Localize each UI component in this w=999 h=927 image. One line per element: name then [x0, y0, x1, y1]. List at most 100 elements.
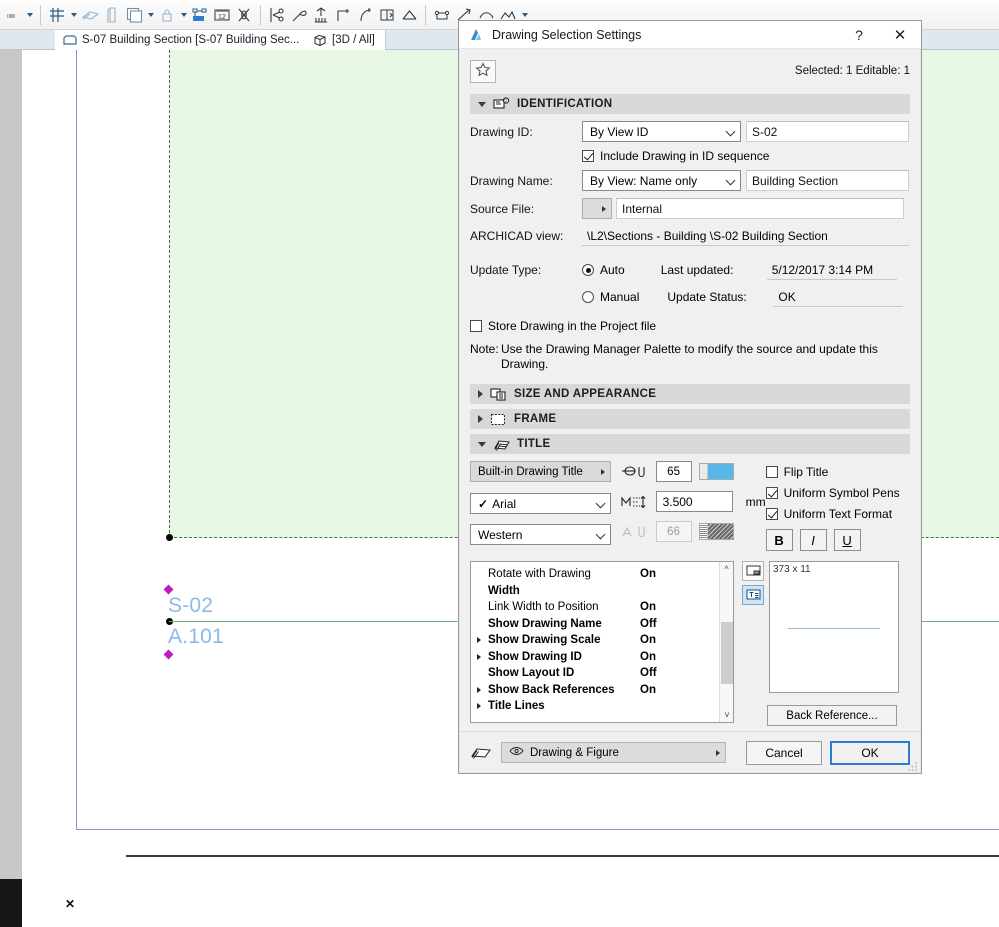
- back-reference-button[interactable]: Back Reference...: [767, 705, 897, 726]
- scrollbar-thumb[interactable]: [721, 622, 733, 684]
- drawing-id-input[interactable]: S-02: [746, 121, 909, 142]
- symbol-pen-color-swatch[interactable]: [698, 463, 734, 480]
- drawing-id-mode-select[interactable]: By View ID: [582, 121, 741, 142]
- chevron-right-icon[interactable]: [477, 653, 488, 660]
- symbol-pen-number[interactable]: 65: [655, 461, 692, 482]
- marquee-icon[interactable]: [233, 3, 255, 27]
- flip-title-row: Flip Title: [765, 461, 910, 482]
- section-header-title[interactable]: TITLE: [470, 434, 910, 454]
- lock-icon[interactable]: [156, 3, 178, 27]
- ok-button[interactable]: OK: [830, 740, 910, 765]
- roof-icon[interactable]: [398, 3, 420, 27]
- parameter-row[interactable]: Width: [471, 583, 719, 600]
- update-type-manual-radio[interactable]: [582, 291, 594, 303]
- preview-text-icon[interactable]: [742, 585, 764, 605]
- source-file-input[interactable]: Internal: [616, 198, 904, 219]
- uniform-symbol-pens-label: Uniform Symbol Pens: [783, 485, 900, 500]
- drawing-name-mode-select[interactable]: By View: Name only: [582, 170, 741, 191]
- preview-2d-icon[interactable]: [742, 561, 764, 581]
- parameter-value[interactable]: On: [640, 601, 656, 613]
- adjust-icon[interactable]: [376, 3, 398, 27]
- title-icon: [493, 437, 510, 452]
- text-pen-number[interactable]: 66: [655, 521, 692, 542]
- element-info-icon[interactable]: [189, 3, 211, 27]
- layer-dropdown-caret[interactable]: [24, 3, 35, 27]
- section-header-identification[interactable]: 0 IDENTIFICATION: [470, 94, 910, 114]
- help-button[interactable]: ?: [839, 21, 879, 49]
- drawing-node-topleft[interactable]: [165, 534, 173, 541]
- size-appearance-icon: [490, 387, 507, 402]
- fillet-icon[interactable]: [354, 3, 376, 27]
- close-icon[interactable]: ✕: [879, 21, 921, 49]
- grid-dropdown-caret[interactable]: [68, 3, 79, 27]
- parameter-row[interactable]: Show Back References On: [471, 682, 719, 699]
- cancel-button[interactable]: Cancel: [746, 740, 822, 765]
- offset-icon[interactable]: [332, 3, 354, 27]
- layer-combo-icon[interactable]: ≔: [2, 3, 24, 27]
- tab-section-window[interactable]: S-07 Building Section [S-07 Building Sec…: [55, 30, 311, 50]
- layout-id-label[interactable]: A.101: [168, 625, 224, 649]
- script-select[interactable]: Western: [470, 524, 611, 545]
- parameter-list-scrollbar[interactable]: ^ ˅: [719, 562, 733, 722]
- flip-title-checkbox[interactable]: [765, 465, 778, 478]
- title-parameter-list[interactable]: Rotate with Drawing On Width Link Width to …: [470, 561, 734, 723]
- layers-dropdown-caret[interactable]: [145, 3, 156, 27]
- parameter-name: Title Lines: [488, 700, 545, 713]
- parameter-row[interactable]: Show Layout ID Off: [471, 665, 719, 682]
- parameter-row[interactable]: Show Drawing Name Off: [471, 616, 719, 633]
- grid-snap-icon[interactable]: [46, 3, 68, 27]
- source-file-browse-button[interactable]: [582, 198, 612, 219]
- tab-3d-window[interactable]: [3D / All]: [305, 30, 386, 50]
- favorites-button[interactable]: [470, 59, 496, 83]
- drawing-name-input[interactable]: Building Section: [746, 170, 909, 191]
- parameter-row[interactable]: Title Lines: [471, 698, 719, 715]
- scroll-up-icon[interactable]: ^: [720, 562, 733, 576]
- scissors-icon[interactable]: [266, 3, 288, 27]
- parameter-value[interactable]: Off: [640, 667, 657, 679]
- eye-icon: [509, 746, 524, 759]
- uniform-symbol-pens-checkbox[interactable]: [765, 486, 778, 499]
- drawing-id-label[interactable]: S-02: [168, 594, 213, 618]
- layers-icon[interactable]: [123, 3, 145, 27]
- parameter-value[interactable]: On: [640, 634, 656, 646]
- parameter-value[interactable]: Off: [640, 618, 657, 630]
- scroll-down-icon[interactable]: ˅: [720, 708, 733, 722]
- text-pen-color-swatch[interactable]: [698, 523, 734, 540]
- elevate-icon[interactable]: [310, 3, 332, 27]
- preview-dimensions: 373 x 11: [773, 564, 811, 575]
- store-in-project-checkbox[interactable]: [470, 320, 482, 332]
- magic-wand-icon[interactable]: [288, 3, 310, 27]
- section-header-size-and-appearance[interactable]: SIZE AND APPEARANCE: [470, 384, 910, 404]
- bold-button[interactable]: B: [765, 529, 793, 551]
- text-size-icon: [621, 493, 649, 511]
- drawing-selection-settings-dialog[interactable]: Drawing Selection Settings ? ✕ Selected:…: [458, 20, 922, 774]
- parameter-row[interactable]: Rotate with Drawing On: [471, 566, 719, 583]
- lock-dropdown-caret[interactable]: [178, 3, 189, 27]
- chevron-right-icon[interactable]: [477, 686, 488, 693]
- chevron-right-icon[interactable]: [477, 703, 488, 710]
- title-type-select[interactable]: Built-in Drawing Title: [470, 461, 611, 482]
- gravity-icon[interactable]: [79, 3, 101, 27]
- parameter-value[interactable]: On: [640, 568, 656, 580]
- uniform-text-format-checkbox[interactable]: [765, 507, 778, 520]
- resize-grip[interactable]: [908, 760, 918, 771]
- parameter-row[interactable]: Show Drawing ID On: [471, 649, 719, 666]
- section-header-frame[interactable]: FRAME: [470, 409, 910, 429]
- parameter-row[interactable]: Show Drawing Scale On: [471, 632, 719, 649]
- font-family-select[interactable]: ✓ Arial: [470, 493, 611, 514]
- wall-icon[interactable]: [101, 3, 123, 27]
- text-size-input[interactable]: 3.500: [655, 491, 733, 512]
- measure-icon[interactable]: 12: [211, 3, 233, 27]
- parameter-value[interactable]: On: [640, 651, 656, 663]
- update-type-auto-radio[interactable]: [582, 264, 594, 276]
- layer-select[interactable]: Drawing & Figure: [501, 742, 726, 763]
- underline-button[interactable]: U: [833, 529, 861, 551]
- include-in-id-sequence-checkbox[interactable]: [582, 150, 594, 162]
- parameter-value[interactable]: On: [640, 684, 656, 696]
- parameter-row[interactable]: Link Width to Position On: [471, 599, 719, 616]
- italic-button[interactable]: I: [799, 529, 827, 551]
- chevron-right-icon[interactable]: [477, 637, 488, 644]
- dialog-title-bar[interactable]: Drawing Selection Settings ? ✕: [459, 21, 921, 49]
- archicad-view-value-field: \L2\Sections - Building \S-02 Building S…: [582, 226, 909, 246]
- solid-operations-icon[interactable]: [431, 3, 453, 27]
